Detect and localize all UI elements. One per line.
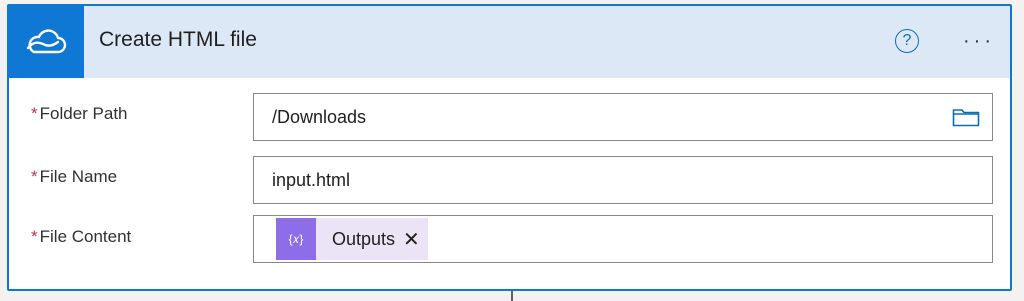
expression-icon: {𝑥} [276, 218, 316, 260]
file-name-value: input.html [272, 170, 351, 190]
flow-connector-line [511, 291, 513, 301]
folder-path-value: /Downloads [272, 107, 367, 127]
file-content-input[interactable]: {𝑥} Outputs ✕ [253, 215, 993, 263]
remove-token-icon[interactable]: ✕ [403, 227, 420, 252]
required-marker: * [31, 167, 38, 186]
file-content-label: * File Content [31, 227, 131, 247]
folder-path-label: * Folder Path [31, 104, 128, 124]
more-options-icon[interactable]: ··· [959, 28, 999, 56]
required-marker: * [31, 227, 38, 246]
file-name-label-text: File Name [39, 167, 118, 186]
action-card: Create HTML file ? ··· * Folder Path /Dow… [7, 4, 1012, 291]
onedrive-cloud-icon [26, 29, 67, 54]
folder-path-input[interactable]: /Downloads [253, 93, 993, 141]
connector-icon-box [9, 6, 84, 78]
folder-path-label-text: Folder Path [39, 104, 128, 123]
folder-icon[interactable] [952, 107, 980, 127]
required-marker: * [31, 104, 38, 123]
action-header[interactable]: Create HTML file ? ··· [9, 6, 1010, 78]
file-name-input[interactable]: input.html [253, 156, 993, 204]
help-icon[interactable]: ? [895, 29, 919, 53]
token-label: Outputs [332, 228, 396, 249]
file-content-label-text: File Content [39, 227, 132, 246]
file-name-label: * File Name [31, 167, 117, 187]
outputs-token[interactable]: {𝑥} Outputs ✕ [276, 218, 428, 260]
action-title[interactable]: Create HTML file [99, 28, 257, 52]
